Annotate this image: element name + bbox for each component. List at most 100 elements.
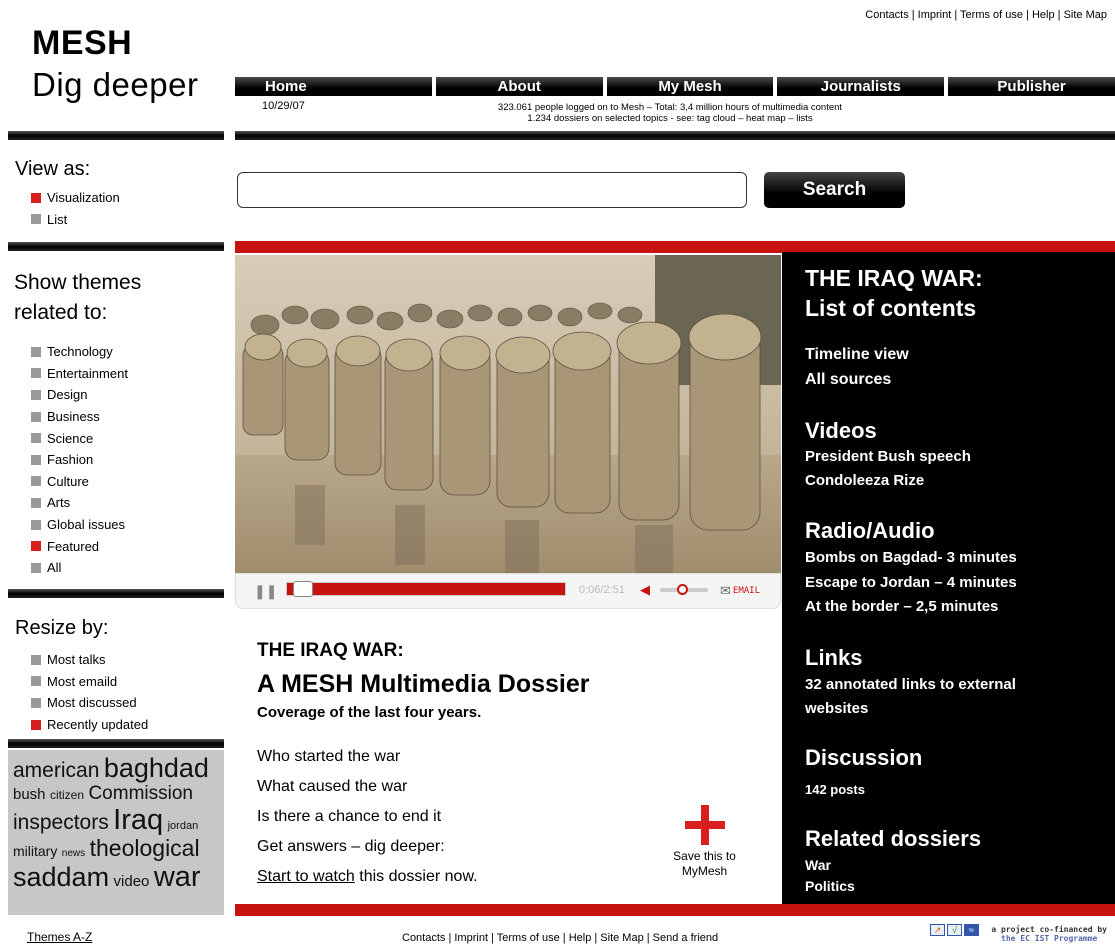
active-square-icon [31,541,41,552]
start-to-watch-link[interactable]: Start to watch [257,868,355,885]
square-icon [31,346,41,357]
view-label: List [47,211,68,227]
audio-item[interactable]: At the border – 2,5 minutes [805,596,998,618]
tag[interactable]: Commission [88,783,193,804]
square-icon [31,497,41,508]
all-sources-link[interactable]: All sources [805,367,891,392]
theme-label: Featured [47,538,100,554]
tag[interactable]: video [114,873,150,890]
resize-most-emailed[interactable]: Most emaild [31,671,148,693]
tag[interactable]: american [13,759,99,782]
view-list[interactable]: List [31,209,120,231]
progress-track[interactable] [286,581,566,597]
divider [8,242,224,251]
progress-fill [287,583,565,595]
resize-label: Most emaild [47,673,118,689]
contents-kicker: THE IRAQ WAR: [805,265,983,291]
theme-entertainment[interactable]: Entertainment [31,363,128,385]
logo-mesh[interactable]: MESH [32,24,132,63]
nav-journalists[interactable]: Journalists [777,77,945,96]
divider [235,131,1115,140]
themes-a-z-link[interactable]: Themes A-Z [27,930,92,944]
links-text[interactable]: websites [805,698,868,720]
active-square-icon [31,192,41,203]
square-icon [31,476,41,487]
themes-title: Show themes related to: [14,268,141,328]
view-as-title: View as: [15,158,91,180]
theme-business[interactable]: Business [31,406,128,428]
volume-handle[interactable] [677,584,688,595]
tag[interactable]: inspectors [13,811,109,834]
volume-slider[interactable] [660,584,708,595]
theme-label: Science [47,430,94,446]
theme-global-issues[interactable]: Global issues [31,514,128,536]
video-item[interactable]: President Bush speech [805,446,971,468]
top-links[interactable]: Contacts | Imprint | Terms of use | Help… [865,9,1107,21]
themes-list: Technology Entertainment Design Business… [31,341,128,579]
related-heading: Related dossiers [805,826,982,851]
theme-design[interactable]: Design [31,384,128,406]
related-item[interactable]: War [805,857,831,873]
theme-culture[interactable]: Culture [31,471,128,493]
tag-cloud: american baghdad bush citizen Commission… [8,750,224,915]
search-input[interactable] [237,172,747,208]
tag[interactable]: news [62,848,85,859]
theme-science[interactable]: Science [31,427,128,449]
nav-my-mesh[interactable]: My Mesh [606,77,774,96]
view-visualization[interactable]: Visualization [31,187,120,209]
search-button[interactable]: Search [764,172,905,208]
tag[interactable]: baghdad [104,753,209,783]
resize-most-discussed[interactable]: Most discussed [31,692,148,714]
dossier-title: A MESH Multimedia Dossier [257,670,590,698]
tag[interactable]: theological [90,835,200,861]
theme-label: Entertainment [47,365,128,381]
video-item[interactable]: Condoleeza Rize [805,470,924,492]
square-icon [31,562,41,573]
tag[interactable]: war [154,861,201,893]
resize-most-talks[interactable]: Most talks [31,649,148,671]
links-text[interactable]: 32 annotated links to external [805,674,1016,696]
discussion-posts[interactable]: 142 posts [805,782,865,797]
active-square-icon [31,719,41,730]
progress-handle[interactable] [293,581,313,597]
theme-technology[interactable]: Technology [31,341,128,363]
square-icon [31,411,41,422]
videos-heading: Videos [805,418,877,443]
question: Get answers – dig deeper: [257,838,445,855]
related-item[interactable]: Politics [805,878,855,894]
tag[interactable]: saddam [13,862,109,892]
theme-label: Technology [47,344,113,360]
tag[interactable]: citizen [50,788,84,802]
theme-arts[interactable]: Arts [31,492,128,514]
audio-item[interactable]: Escape to Jordan – 4 minutes [805,572,1017,594]
themes-title-line: Show themes [14,271,142,294]
resize-label: Most talks [47,652,106,668]
theme-fashion[interactable]: Fashion [31,449,128,471]
tag[interactable]: Iraq [113,804,163,836]
nav-publisher[interactable]: Publisher [948,77,1115,96]
tag[interactable]: jordan [168,820,199,832]
resize-list: Most talks Most emaild Most discussed Re… [31,649,148,735]
square-icon [31,654,41,665]
audio-item[interactable]: Bombs on Bagdad- 3 minutes [805,547,1017,569]
volume-icon[interactable]: ◀ [640,582,650,598]
nav-about[interactable]: About [435,77,603,96]
footer-links[interactable]: Contacts | Imprint | Terms of use | Help… [402,932,718,944]
email-button[interactable]: ✉ EMAIL [720,583,760,599]
themes-title-line: related to: [14,301,108,324]
tag[interactable]: bush [13,786,46,803]
theme-label: Business [47,409,100,425]
theme-featured[interactable]: Featured [31,535,128,557]
save-label-2: MyMesh [681,864,728,878]
dossier-questions: Who started the war What caused the war … [257,742,478,892]
pause-icon[interactable]: ❚❚ [254,583,277,600]
theme-label: All [47,560,62,576]
timeline-view-link[interactable]: Timeline view [805,342,909,367]
resize-recently-updated[interactable]: Recently updated [31,714,148,736]
contents-panel: THE IRAQ WAR: List of contents Timeline … [782,252,1115,904]
video-frame[interactable] [235,255,781,573]
theme-all[interactable]: All [31,557,128,579]
save-to-mymesh[interactable]: Save this to MyMesh [657,805,752,879]
tag[interactable]: military [13,843,57,859]
nav-home[interactable]: Home [235,77,432,96]
